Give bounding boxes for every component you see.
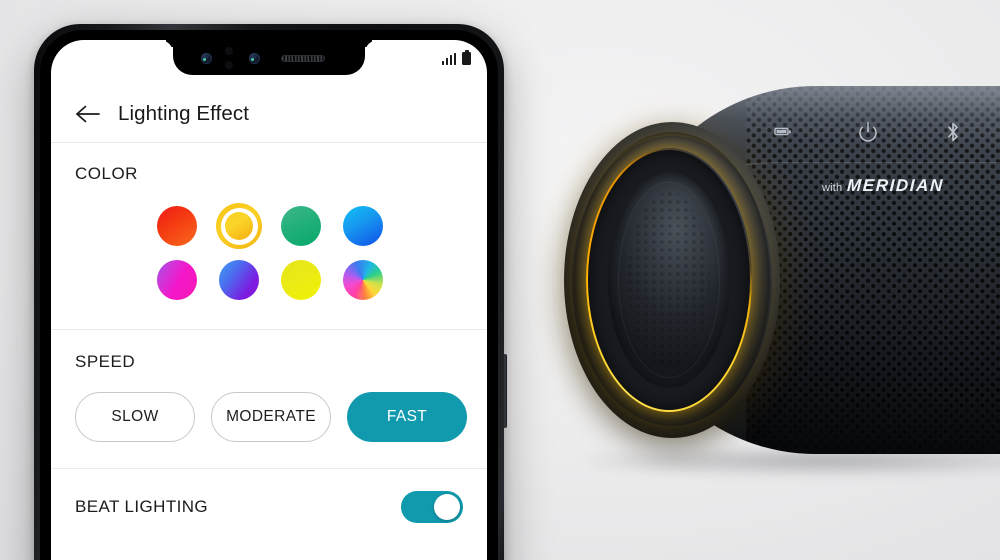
brand-prefix-text: with — [822, 182, 843, 194]
beat-lighting-toggle[interactable] — [401, 491, 463, 523]
brand-name-text: MERIDIAN — [846, 176, 945, 195]
earpiece-speaker-icon — [281, 55, 325, 62]
back-arrow-icon[interactable] — [75, 103, 101, 125]
color-section-title: COLOR — [75, 164, 138, 183]
speed-option-fast[interactable]: FAST — [347, 392, 467, 442]
speed-section: SPEED SLOW MODERATE FAST — [51, 329, 487, 468]
color-swatch-rainbow-multicolor[interactable] — [339, 256, 387, 304]
swatch-color-fill — [157, 206, 197, 246]
color-swatch-cyan-blue[interactable] — [339, 202, 387, 250]
color-swatch-yellow-gold[interactable] — [215, 202, 263, 250]
swatch-color-fill — [219, 260, 259, 300]
end-cap-face — [608, 172, 730, 388]
speed-option-group: SLOW MODERATE FAST — [75, 392, 467, 442]
color-section: COLOR — [51, 143, 487, 329]
smartphone: Lighting Effect COLOR SPEED SLOW MODERATE… — [34, 24, 507, 560]
swatch-color-fill — [281, 260, 321, 300]
color-swatch-magenta-pink[interactable] — [153, 256, 201, 304]
front-camera-icon — [201, 53, 212, 64]
swatch-color-fill — [343, 260, 383, 300]
speed-option-slow[interactable]: SLOW — [75, 392, 195, 442]
phone-screen: Lighting Effect COLOR SPEED SLOW MODERATE… — [51, 40, 487, 560]
color-swatch-red-orange[interactable] — [153, 202, 201, 250]
swatch-color-fill — [225, 212, 253, 240]
swatch-color-fill — [281, 206, 321, 246]
phone-notch — [173, 40, 365, 75]
color-swatch-yellow-lime[interactable] — [277, 256, 325, 304]
swatch-color-fill — [343, 206, 383, 246]
phone-side-button[interactable] — [503, 354, 507, 428]
second-camera-icon — [249, 53, 260, 64]
color-swatch-emerald-green[interactable] — [277, 202, 325, 250]
toggle-knob — [434, 494, 460, 520]
battery-icon — [462, 49, 471, 65]
end-cap-texture — [628, 192, 710, 368]
bluetooth-icon[interactable] — [942, 120, 964, 149]
app-header: Lighting Effect — [51, 85, 487, 143]
ambient-sensor-icon — [225, 61, 233, 69]
status-bar — [441, 47, 471, 65]
bluetooth-speaker: with MERIDIAN — [540, 78, 1000, 478]
color-swatch-grid — [75, 202, 463, 304]
settings-scroll-area: COLOR SPEED SLOW MODERATE FAST BEAT LIGHTI… — [51, 143, 487, 560]
selected-swatch-ring — [216, 203, 262, 249]
battery-status-icon[interactable] — [774, 125, 794, 144]
meridian-branding: with MERIDIAN — [822, 176, 945, 196]
proximity-sensor-icon — [225, 47, 233, 55]
speed-option-moderate[interactable]: MODERATE — [211, 392, 331, 442]
speed-option-label: MODERATE — [226, 408, 316, 425]
beat-lighting-label: BEAT LIGHTING — [75, 497, 209, 516]
signal-bars-icon — [441, 52, 456, 65]
swatch-color-fill — [157, 260, 197, 300]
color-swatch-blue-purple[interactable] — [215, 256, 263, 304]
page-title: Lighting Effect — [118, 101, 250, 125]
speed-option-label: SLOW — [111, 408, 159, 425]
speed-section-title: SPEED — [75, 352, 136, 371]
power-icon[interactable] — [856, 120, 880, 149]
phone-bezel: Lighting Effect COLOR SPEED SLOW MODERATE… — [40, 30, 498, 560]
beat-lighting-section: BEAT LIGHTING — [51, 468, 487, 545]
speed-option-label: FAST — [386, 408, 428, 425]
product-scene: with MERIDIAN Lighting Effect COLOR SPEE… — [0, 0, 1000, 560]
speaker-end-cap — [564, 122, 780, 438]
speaker-control-bar — [774, 120, 1000, 149]
